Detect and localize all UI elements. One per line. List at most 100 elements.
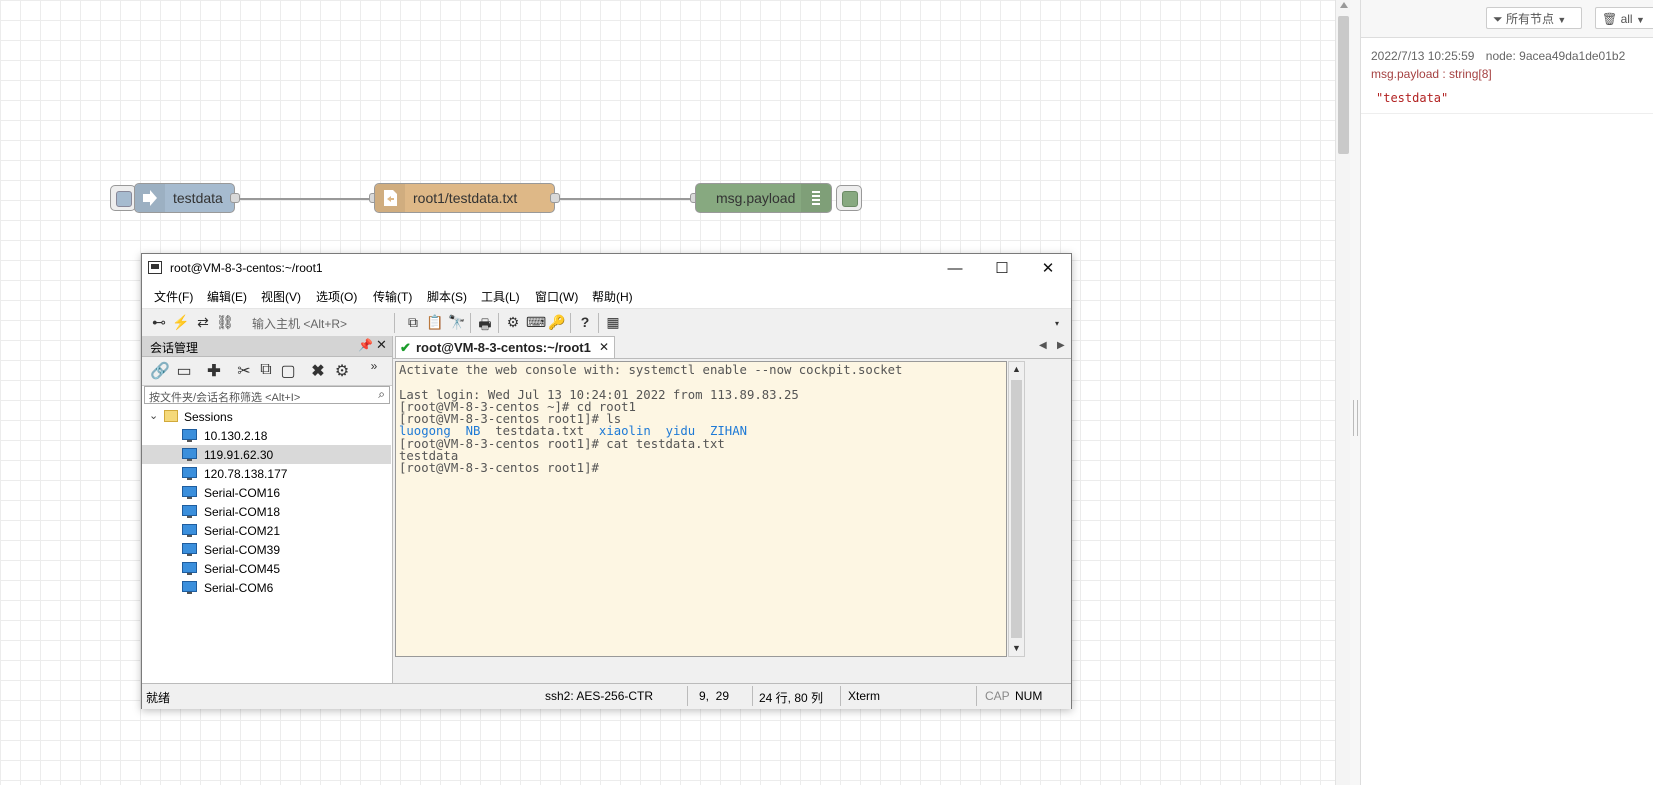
status-separator [840,686,841,706]
trash-icon: 🗑 [1602,12,1618,26]
session-manager-title: 会话管理 [150,341,199,355]
session-item[interactable]: Serial-COM45 [142,559,391,578]
tree-folder-sessions[interactable]: ⌄ Sessions [142,407,391,426]
settings-gear-icon[interactable]: ⚙ [504,314,522,331]
tab-label: root@VM-8-3-centos:~/root1 [416,340,591,355]
file-icon [375,184,405,212]
toolbar-overflow-icon[interactable]: ▾ [1048,319,1066,328]
debug-toggle-button[interactable] [836,185,862,211]
session-item-selected[interactable]: 119.91.62.30 [142,445,391,464]
menu-transfer[interactable]: 传输(T) [373,288,412,305]
inject-arrow-icon [135,184,165,212]
status-term: Xterm [848,689,881,703]
collapse-chevron-icon[interactable]: ⌄ [149,409,158,422]
inject-node-label: testdata [173,190,223,206]
debug-node[interactable]: msg.payload [695,183,832,213]
paste-icon[interactable]: 📋 [426,314,444,331]
host-input[interactable]: 输入主机 <Alt+R> [252,315,347,332]
inject-output-port[interactable] [230,193,240,203]
session-item[interactable]: Serial-COM21 [142,521,391,540]
new-tab-icon[interactable]: ▭ [174,361,194,381]
menu-window[interactable]: 窗口(W) [535,288,578,305]
file-node-label: root1/testdata.txt [413,190,518,206]
reconnect-icon[interactable]: ⇄ [194,314,212,331]
wire-inject-file [240,198,374,200]
session-item[interactable]: Serial-COM39 [142,540,391,559]
toolbar-separator [570,313,571,333]
session-item[interactable]: 10.130.2.18 [142,426,391,445]
splitter-grip[interactable] [1353,400,1358,436]
tab-close-icon[interactable]: ✕ [599,340,609,354]
terminal-output[interactable]: Activate the web console with: systemctl… [395,361,1007,657]
help-icon[interactable]: ? [576,314,594,330]
cut-icon[interactable]: ✂ [234,361,254,381]
file-output-port[interactable] [550,193,560,203]
monitor-icon [182,543,197,556]
debug-filter-button[interactable]: ⏷ 所有节点 ▼ [1486,7,1582,29]
key-agent-icon[interactable]: 🔑 [548,314,566,331]
securecrt-window[interactable]: root@VM-8-3-centos:~/root1 — ☐ ✕ 文件(F) 编… [141,253,1072,709]
canvas-scroll-thumb[interactable] [1338,16,1349,154]
keymap-icon[interactable]: ⌨ [526,314,546,331]
sidebar-splitter[interactable] [1350,0,1361,785]
tab-prev-icon[interactable]: ◀ [1039,340,1047,351]
scroll-up-icon[interactable] [1340,2,1348,8]
more-icon[interactable]: » [364,359,384,373]
menu-tools[interactable]: 工具(L) [481,288,520,305]
pin-icon[interactable]: 📌 [358,338,373,352]
print-icon[interactable]: 🖶 [476,314,494,338]
menu-script[interactable]: 脚本(S) [427,288,467,305]
close-panel-icon[interactable]: ✕ [376,337,387,353]
scroll-down-icon[interactable]: ▼ [1012,643,1021,653]
canvas-scrollbar[interactable] [1335,0,1351,785]
file-in-node[interactable]: root1/testdata.txt [374,183,555,213]
session-item[interactable]: Serial-COM18 [142,502,391,521]
connect-icon[interactable]: ⊷ [150,314,168,331]
tab-next-icon[interactable]: ▶ [1057,340,1065,351]
menu-file[interactable]: 文件(F) [154,288,193,305]
terminal-scrollbar[interactable]: ▲ ▼ [1008,361,1025,657]
session-item[interactable]: Serial-COM6 [142,578,391,597]
minimize-button[interactable]: — [932,254,978,283]
inject-trigger-button[interactable] [110,185,136,211]
menu-view[interactable]: 视图(V) [261,288,301,305]
sftp-icon[interactable]: ▦ [604,314,622,331]
session-properties-gear-icon[interactable]: ⚙ [332,361,352,381]
session-label: Serial-COM21 [204,524,281,538]
tab-root-session[interactable]: ✔ root@VM-8-3-centos:~/root1 ✕ [395,336,615,358]
session-item[interactable]: 120.78.138.177 [142,464,391,483]
monitor-icon [182,505,197,518]
wire-file-debug [555,198,695,200]
flow-canvas[interactable]: testdata root1/testdata.txt msg.payload … [0,0,1335,785]
disconnect-icon[interactable]: ⛓ [216,314,234,331]
maximize-button[interactable]: ☐ [979,254,1025,283]
inject-node[interactable]: testdata [134,183,235,213]
session-filter-input[interactable]: 按文件夹/会话名称筛选 <Alt+I> ⌕ [144,386,390,404]
session-item[interactable]: Serial-COM16 [142,483,391,502]
debug-clear-label: all [1620,12,1633,26]
copy-session-icon[interactable]: ⧉ [256,361,276,379]
debug-node-id[interactable]: node: 9acea49da1de01b2 [1486,49,1625,63]
link-icon[interactable]: 🔗 [150,361,170,381]
monitor-icon [182,562,197,575]
session-label: Serial-COM39 [204,543,281,557]
session-label: Serial-COM16 [204,486,281,500]
menu-help[interactable]: 帮助(H) [592,288,633,305]
debug-clear-button[interactable]: 🗑 all ▼ [1595,7,1653,29]
debug-message[interactable]: 2022/7/13 10:25:59 node: 9acea49da1de01b… [1361,43,1653,114]
title-bar[interactable]: root@VM-8-3-centos:~/root1 — ☐ ✕ [142,254,1071,283]
filter-placeholder: 按文件夹/会话名称筛选 <Alt+I> [149,392,301,404]
delete-session-icon[interactable]: ✖ [308,361,328,381]
quick-connect-icon[interactable]: ⚡ [172,314,190,331]
main-toolbar: ⊷ ⚡ ⇄ ⛓ 输入主机 <Alt+R> ⧉ 📋 🔭 🖶 ⚙ ⌨ 🔑 ? ▦ ▾ [142,309,1071,338]
close-button[interactable]: ✕ [1025,254,1071,283]
monitor-icon [182,467,197,480]
add-session-icon[interactable]: ✚ [204,361,224,381]
find-icon[interactable]: 🔭 [448,314,466,331]
scroll-thumb[interactable] [1011,380,1022,638]
paste-session-icon[interactable]: ▢ [278,361,298,381]
scroll-up-icon[interactable]: ▲ [1012,364,1021,374]
menu-options[interactable]: 选项(O) [316,288,357,305]
menu-edit[interactable]: 编辑(E) [207,288,247,305]
copy-icon[interactable]: ⧉ [404,314,422,331]
